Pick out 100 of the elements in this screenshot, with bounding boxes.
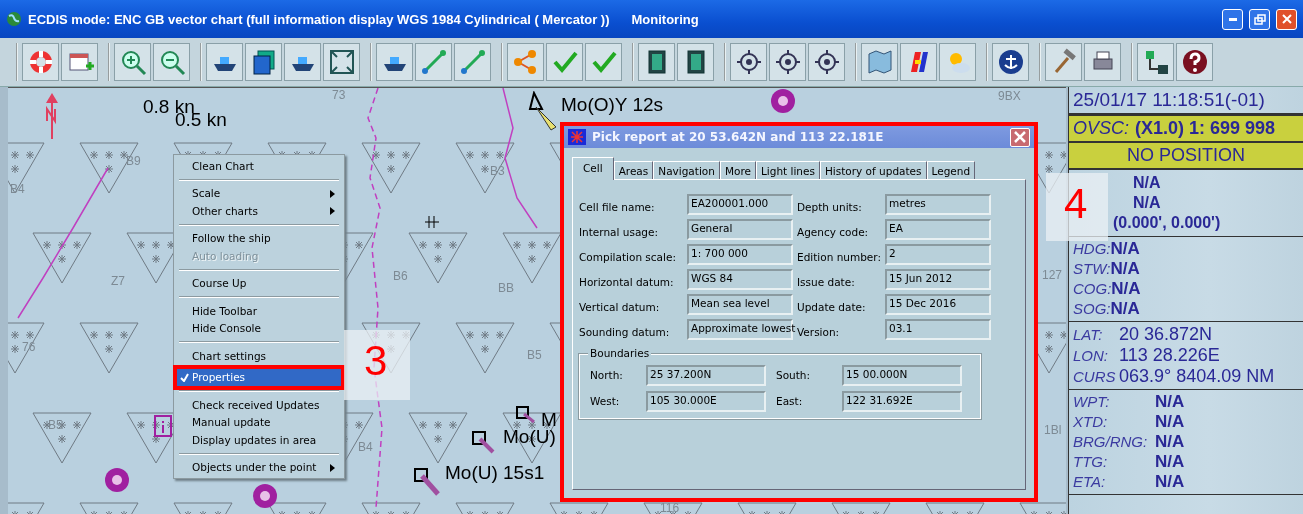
- data-value: N/A: [1111, 279, 1141, 299]
- toolbar-button[interactable]: [323, 43, 360, 81]
- field-label: West:: [590, 394, 621, 409]
- mode-label: Monitoring: [631, 11, 699, 27]
- target-icon: [773, 48, 802, 76]
- toolbar-button[interactable]: [376, 43, 413, 81]
- toolbar-button[interactable]: [730, 43, 767, 81]
- text-field[interactable]: 15 Jun 2012: [885, 269, 991, 290]
- text-field[interactable]: 105 30.000E: [646, 391, 766, 412]
- menu-item[interactable]: Objects under the point: [177, 458, 341, 476]
- text-field[interactable]: EA200001.000: [687, 194, 793, 215]
- annotation-number: 3: [364, 340, 388, 382]
- text-field[interactable]: 122 31.692E: [842, 391, 962, 412]
- field-label: Compilation scale:: [579, 251, 677, 265]
- data-label: LON:: [1073, 347, 1109, 364]
- sounding-label: Z7: [111, 274, 125, 288]
- data-value: N/A: [1155, 452, 1185, 472]
- tab[interactable]: More: [719, 161, 756, 179]
- minimize-icon: [1228, 17, 1237, 21]
- toolbar-button[interactable]: [1137, 43, 1174, 81]
- text-field[interactable]: 1: 700 000: [687, 244, 793, 265]
- toolbar-button[interactable]: [245, 43, 282, 81]
- text-field[interactable]: Approximate lowest: [687, 319, 793, 340]
- close-button[interactable]: [1010, 127, 1030, 147]
- beacon-icon: [414, 468, 442, 498]
- globe-icon: [6, 11, 22, 27]
- data-label: XTD:: [1073, 413, 1109, 430]
- text-field[interactable]: metres: [885, 194, 991, 215]
- toolbar-button[interactable]: [677, 43, 714, 81]
- data-value: N/A: [1110, 299, 1140, 319]
- menu-item[interactable]: Chart settings: [177, 347, 341, 365]
- field-label: Cell file name:: [579, 201, 656, 215]
- field-label: East:: [776, 394, 804, 409]
- toolbar-button[interactable]: [992, 43, 1029, 81]
- toolbar-button[interactable]: [284, 43, 321, 81]
- text-field[interactable]: 15 Dec 2016: [885, 294, 991, 315]
- menu-item[interactable]: Check received Updates: [177, 396, 341, 414]
- frame-icon: [327, 48, 356, 76]
- data-label: BRG/RNG:: [1073, 433, 1149, 450]
- star-icon: [568, 129, 586, 145]
- restore-icon: [1253, 13, 1266, 25]
- tab[interactable]: History of updates: [819, 161, 927, 179]
- menu-item[interactable]: Follow the ship: [177, 229, 341, 247]
- sounding-label: 1Bl: [1044, 423, 1062, 437]
- close-icon: [1281, 14, 1292, 24]
- sounding-label: B5: [48, 418, 63, 432]
- menu-item[interactable]: Clean Chart: [177, 157, 341, 175]
- data-label: HDG:: [1073, 240, 1111, 257]
- text-field[interactable]: WGS 84: [687, 269, 793, 290]
- text-field[interactable]: 25 37.200N: [646, 365, 766, 386]
- text-field[interactable]: 2: [885, 244, 991, 265]
- data-value: N/A: [1155, 412, 1185, 432]
- menu-item[interactable]: Scale: [177, 184, 341, 202]
- tab[interactable]: Legend: [926, 161, 976, 179]
- tab[interactable]: Light lines: [755, 161, 820, 179]
- beacon-icon: [516, 406, 536, 424]
- text-field[interactable]: 15 00.000N: [842, 365, 962, 386]
- text-field[interactable]: Mean sea level: [687, 294, 793, 315]
- sounding-label: 116: [660, 501, 680, 514]
- anchor-icon: [996, 48, 1025, 76]
- toolbar-button[interactable]: [1176, 43, 1213, 81]
- data-label: LAT:: [1073, 326, 1104, 343]
- text-field[interactable]: General: [687, 219, 793, 240]
- window-title: ECDIS mode: ENC GB vector chart (full information display WGS 1984 Cylindrical ( Mercator )): [28, 11, 610, 27]
- data-label: CURS: [1073, 368, 1117, 385]
- sounding-label: B6: [393, 269, 408, 283]
- field-label: Agency code:: [797, 226, 870, 240]
- beacon-icon: [472, 431, 496, 455]
- toolbar-button[interactable]: [1084, 43, 1121, 81]
- toolbar-button[interactable]: [769, 43, 806, 81]
- data-label: ETA:: [1073, 473, 1107, 490]
- scale-value: (X1.0) 1: 699 998: [1135, 118, 1276, 139]
- toolbar-button[interactable]: [638, 43, 675, 81]
- menu-item[interactable]: Hide Console: [177, 319, 341, 337]
- info-icon: [154, 415, 172, 437]
- menu-item[interactable]: Course Up: [177, 274, 341, 292]
- restore-button[interactable]: [1249, 8, 1270, 30]
- tab[interactable]: Areas: [613, 161, 654, 179]
- text-field[interactable]: 03.1: [885, 319, 991, 340]
- target-icon: [812, 48, 841, 76]
- data-value: 20 36.872N: [1119, 324, 1213, 345]
- buoy-icon: [252, 483, 278, 509]
- toolbar-button[interactable]: [808, 43, 845, 81]
- menu-item[interactable]: Hide Toolbar: [177, 302, 341, 320]
- sounding-label: B4: [10, 182, 25, 196]
- tab[interactable]: Cell: [572, 157, 614, 180]
- minimize-button[interactable]: [1222, 8, 1243, 30]
- field-label: Depth units:: [797, 201, 863, 215]
- text-field[interactable]: EA: [885, 219, 991, 240]
- chart-label: Mo(U) 15s1: [445, 462, 545, 484]
- menu-item[interactable]: Other charts: [177, 202, 341, 220]
- tab[interactable]: Navigation: [653, 161, 720, 179]
- menu-item[interactable]: Manual update: [177, 413, 341, 431]
- close-button[interactable]: [1276, 8, 1297, 30]
- toolbar-button[interactable]: [900, 43, 937, 81]
- toolbar-button[interactable]: [206, 43, 243, 81]
- data-label: TTG:: [1073, 453, 1109, 470]
- data-label: STW:: [1073, 260, 1111, 277]
- menu-item[interactable]: Display updates in area: [177, 431, 341, 449]
- sounding-label: 9BX: [998, 89, 1021, 103]
